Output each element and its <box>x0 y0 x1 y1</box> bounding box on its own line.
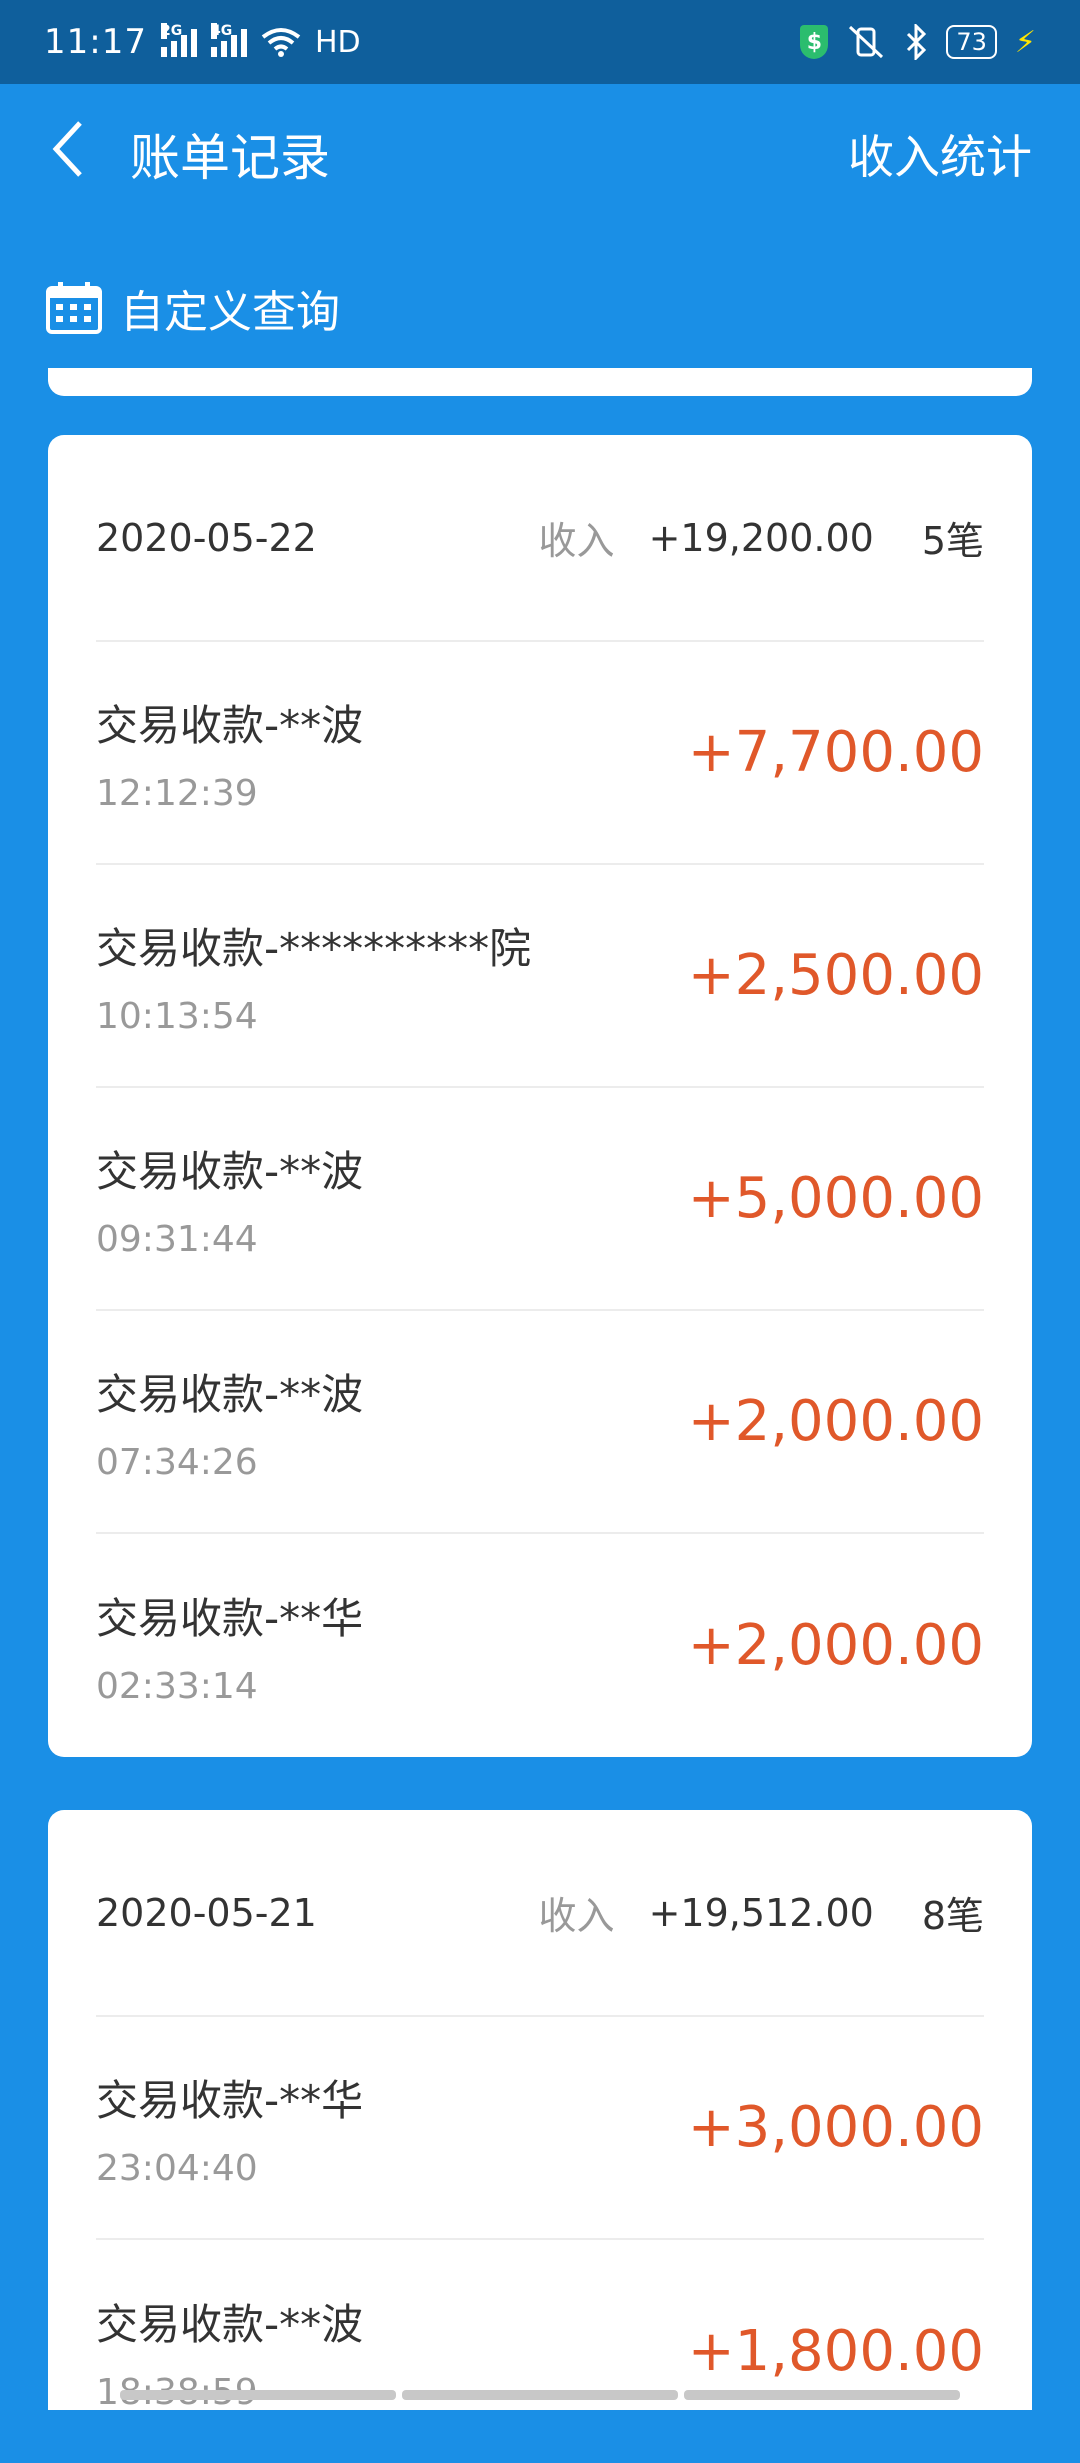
transaction-name: 交易收款-**波 <box>96 1146 364 1196</box>
transaction-time: 23:04:40 <box>96 2147 258 2189</box>
status-bar: 11:17 2G 4G HD $ 73 ⚡ <box>0 0 1080 84</box>
bluetooth-icon <box>907 24 927 60</box>
day-header: 2020-05-22 收入 +19,200.00 5笔 <box>96 435 984 642</box>
transaction-row[interactable]: 交易收款-**波 07:34:26 +2,000.00 <box>96 1311 984 1534</box>
transaction-amount: +7,700.00 <box>687 720 984 785</box>
mute-vibrate-icon <box>849 25 884 59</box>
transaction-amount: +5,000.00 <box>687 1166 984 1231</box>
transaction-row[interactable]: 交易收款-**华 02:33:14 +2,000.00 <box>96 1534 984 1757</box>
custom-query-button[interactable]: 自定义查询 <box>46 272 340 344</box>
income-label: 收入 <box>538 519 615 563</box>
transaction-amount: +2,500.00 <box>687 943 984 1008</box>
transaction-time: 07:34:26 <box>96 1441 258 1483</box>
transaction-row[interactable]: 交易收款-**波 18:38:59 +1,800.00 <box>96 2240 984 2463</box>
transaction-amount: +3,000.00 <box>687 2095 984 2160</box>
day-date: 2020-05-22 <box>96 515 317 560</box>
day-summary-card: 2020-05-21 收入 +19,512.00 8笔 交易收款-**华 23:… <box>48 1810 1032 2413</box>
transaction-name: 交易收款-**华 <box>96 1593 364 1643</box>
transaction-row[interactable]: 交易收款-**华 23:04:40 +3,000.00 <box>96 2017 984 2240</box>
income-stats-button[interactable]: 收入统计 <box>848 121 1032 187</box>
transaction-time: 10:13:54 <box>96 995 258 1037</box>
transaction-time: 12:12:39 <box>96 772 258 814</box>
transaction-amount: +2,000.00 <box>687 1613 984 1678</box>
transaction-row[interactable]: 交易收款-**波 09:31:44 +5,000.00 <box>96 1088 984 1311</box>
transaction-name: 交易收款-**波 <box>96 700 364 750</box>
scroll-indicator <box>120 2390 960 2400</box>
page-title: 账单记录 <box>130 129 330 187</box>
back-arrow-icon[interactable] <box>48 119 88 190</box>
status-time: 11:17 <box>44 22 147 62</box>
transaction-count: 8笔 <box>921 1894 984 1938</box>
transaction-name: 交易收款-**华 <box>96 2075 364 2125</box>
income-total: +19,512.00 <box>648 1890 874 1935</box>
filter-panel-edge <box>48 368 1032 396</box>
transaction-row[interactable]: 交易收款-**波 12:12:39 +7,700.00 <box>96 642 984 865</box>
battery-indicator: 73 <box>946 25 997 59</box>
charging-bolt-icon: ⚡ <box>1014 24 1036 60</box>
scroll-segment <box>120 2390 396 2400</box>
transaction-name: 交易收款-**********院 <box>96 923 532 973</box>
transaction-time: 02:33:14 <box>96 1665 258 1707</box>
custom-query-label: 自定义查询 <box>120 287 340 338</box>
transaction-amount: +1,800.00 <box>687 2319 984 2384</box>
transaction-amount: +2,000.00 <box>687 1389 984 1454</box>
scroll-segment <box>684 2390 960 2400</box>
transaction-name: 交易收款-**波 <box>96 1369 364 1419</box>
transaction-count: 5笔 <box>921 519 984 563</box>
day-header: 2020-05-21 收入 +19,512.00 8笔 <box>96 1810 984 2017</box>
signal-4g-icon: 4G <box>210 23 247 57</box>
app-header: 账单记录 收入统计 <box>0 84 1080 224</box>
hd-voice-indicator: HD <box>314 24 361 60</box>
scroll-segment <box>402 2390 678 2400</box>
income-label: 收入 <box>538 1894 615 1938</box>
calendar-icon <box>46 282 102 334</box>
security-shield-icon: $ <box>800 25 829 59</box>
signal-2g-icon: 2G <box>160 23 197 57</box>
transaction-name: 交易收款-**波 <box>96 2299 364 2349</box>
transaction-row[interactable]: 交易收款-**********院 10:13:54 +2,500.00 <box>96 865 984 1088</box>
day-summary-card: 2020-05-22 收入 +19,200.00 5笔 交易收款-**波 12:… <box>48 435 1032 1757</box>
income-total: +19,200.00 <box>648 515 874 560</box>
wifi-icon <box>261 28 301 57</box>
day-date: 2020-05-21 <box>96 1890 317 1935</box>
transaction-time: 09:31:44 <box>96 1218 258 1260</box>
